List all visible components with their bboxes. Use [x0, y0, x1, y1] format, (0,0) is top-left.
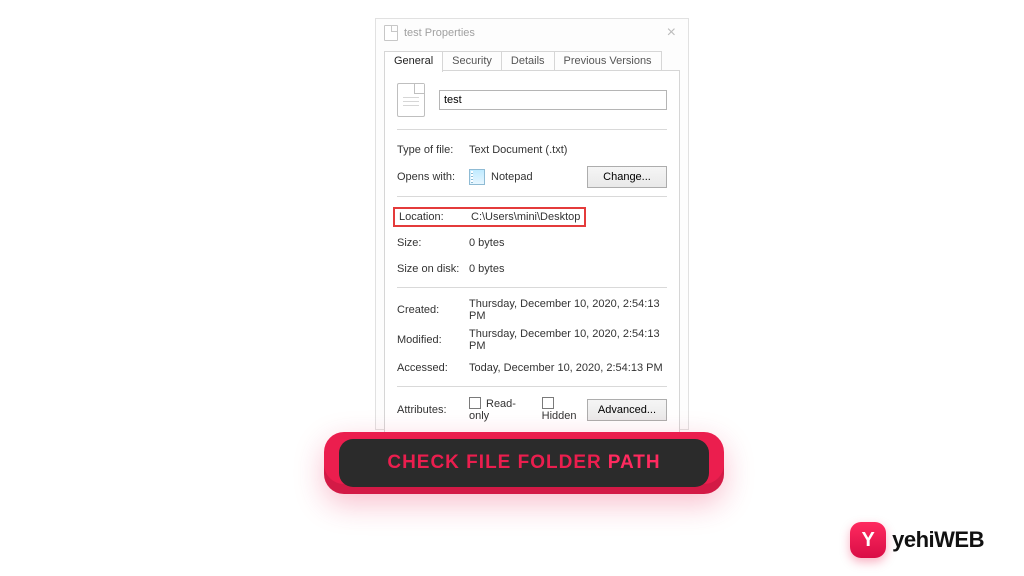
- tab-general[interactable]: General: [384, 51, 443, 72]
- brand-name-b: WEB: [934, 527, 984, 552]
- divider: [397, 386, 667, 387]
- type-of-file-label: Type of file:: [397, 144, 469, 156]
- brand-badge: Y: [850, 522, 886, 558]
- callout-banner-inner: CHECK FILE FOLDER PATH: [339, 439, 709, 487]
- hidden-label: Hidden: [542, 410, 577, 422]
- attributes-label: Attributes:: [397, 404, 469, 416]
- created-label: Created:: [397, 304, 469, 316]
- size-label: Size:: [397, 237, 469, 249]
- close-icon[interactable]: ×: [663, 23, 680, 43]
- size-on-disk-label: Size on disk:: [397, 263, 469, 275]
- change-button[interactable]: Change...: [587, 166, 667, 188]
- location-label: Location:: [399, 211, 471, 223]
- tab-security[interactable]: Security: [442, 51, 502, 71]
- brand-logo: Y yehiWEB: [850, 522, 984, 558]
- type-of-file-value: Text Document (.txt): [469, 144, 667, 156]
- banner-accent: PATH: [608, 452, 661, 474]
- modified-value: Thursday, December 10, 2020, 2:54:13 PM: [469, 328, 667, 352]
- created-value: Thursday, December 10, 2020, 2:54:13 PM: [469, 298, 667, 322]
- brand-name: yehiWEB: [892, 527, 984, 553]
- advanced-button[interactable]: Advanced...: [587, 399, 667, 421]
- modified-label: Modified:: [397, 334, 469, 346]
- tab-details[interactable]: Details: [501, 51, 555, 71]
- divider: [397, 129, 667, 130]
- file-name-input[interactable]: [439, 90, 667, 110]
- accessed-value: Today, December 10, 2020, 2:54:13 PM: [469, 362, 667, 374]
- document-icon: [384, 25, 398, 41]
- general-panel: Type of file: Text Document (.txt) Opens…: [384, 71, 680, 441]
- opens-with-label: Opens with:: [397, 171, 469, 183]
- divider: [397, 287, 667, 288]
- location-highlight: Location: C:\Users\mini\Desktop: [393, 207, 586, 227]
- callout-banner: CHECK FILE FOLDER PATH: [324, 432, 724, 494]
- properties-dialog: test Properties × General Security Detai…: [375, 18, 689, 430]
- readonly-checkbox[interactable]: Read-only: [469, 397, 528, 422]
- opens-with-value: Notepad: [491, 171, 533, 183]
- brand-name-a: yehi: [892, 527, 934, 552]
- tab-previous-versions[interactable]: Previous Versions: [554, 51, 662, 71]
- window-title: test Properties: [404, 27, 475, 39]
- accessed-label: Accessed:: [397, 362, 469, 374]
- tab-strip: General Security Details Previous Versio…: [384, 49, 680, 71]
- title-bar: test Properties ×: [376, 19, 688, 47]
- hidden-checkbox[interactable]: Hidden: [542, 397, 587, 422]
- size-on-disk-value: 0 bytes: [469, 263, 667, 275]
- divider: [397, 196, 667, 197]
- file-type-icon: [397, 83, 425, 117]
- notepad-icon: [469, 169, 485, 185]
- size-value: 0 bytes: [469, 237, 667, 249]
- banner-text: CHECK FILE FOLDER: [387, 452, 601, 474]
- location-value: C:\Users\mini\Desktop: [471, 211, 580, 223]
